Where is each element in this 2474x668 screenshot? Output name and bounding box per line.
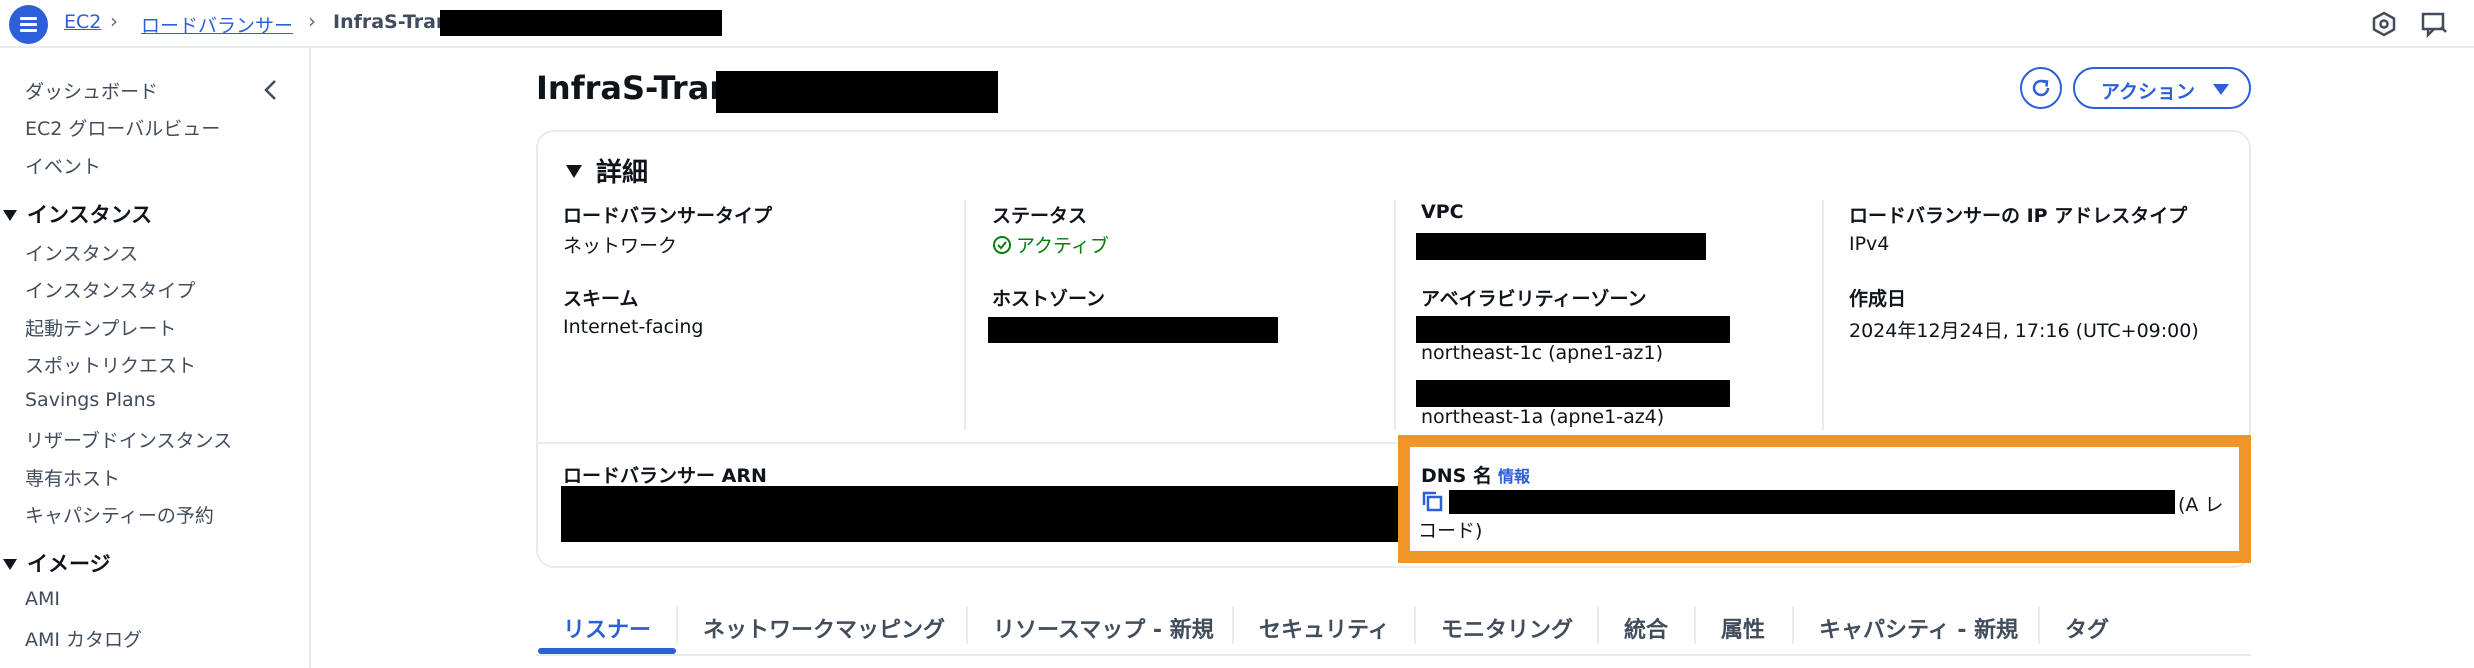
menu-line-icon (20, 23, 37, 26)
vpc-label: VPC (1421, 201, 1464, 223)
dns-label-text: DNS 名 (1421, 465, 1492, 487)
tab-underline (536, 654, 2251, 656)
breadcrumb-chevron-icon: › (110, 9, 118, 33)
menu-line-icon (20, 29, 37, 32)
arn-label: ロードバランサー ARN (563, 465, 767, 487)
column-divider (1394, 200, 1396, 430)
dns-label: DNS 名情報 (1421, 461, 1530, 488)
tab-listeners[interactable]: リスナー (563, 612, 651, 644)
tab-integrations[interactable]: 統合 (1624, 612, 1668, 644)
redacted-block (716, 71, 998, 113)
status-text: アクティブ (1016, 235, 1109, 257)
tab-resource-map[interactable]: リソースマップ - 新規 (993, 612, 1214, 644)
sidebar-item-ami[interactable]: AMI (25, 588, 60, 610)
tab-separator (2038, 606, 2040, 644)
tab-capacity[interactable]: キャパシティ - 新規 (1819, 612, 2018, 644)
copy-icon[interactable] (1420, 489, 1444, 513)
lb-type-value: ネットワーク (563, 235, 678, 257)
tab-separator (676, 606, 678, 644)
redacted-block (1416, 233, 1706, 260)
menu-line-icon (20, 17, 37, 20)
caret-down-icon (566, 165, 582, 178)
status-value: アクティブ (992, 231, 1109, 258)
tab-separator (1414, 606, 1416, 644)
ip-type-value: IPv4 (1849, 233, 1890, 255)
breadcrumb-load-balancers[interactable]: ロードバランサー (141, 11, 293, 38)
caret-down-icon (3, 558, 17, 570)
hosted-zone-label: ホストゾーン (992, 288, 1106, 310)
az-value-1: northeast-1c (apne1-az1) (1421, 342, 1663, 364)
hamburger-menu-button[interactable] (9, 5, 48, 44)
column-divider (1822, 200, 1824, 430)
scheme-label: スキーム (563, 288, 639, 310)
status-label: ステータス (992, 205, 1088, 227)
details-toggle[interactable]: 詳細 (566, 152, 648, 189)
sidebar-section-images[interactable]: イメージ (0, 548, 111, 578)
sidebar-item-ami-catalog[interactable]: AMI カタログ (25, 625, 142, 652)
tab-separator (1232, 606, 1234, 644)
feedback-icon[interactable] (2420, 10, 2448, 38)
sidebar-section-label: イメージ (27, 552, 111, 576)
details-heading: 詳細 (596, 158, 649, 188)
tab-separator (1792, 606, 1794, 644)
tab-security[interactable]: セキュリティ (1259, 612, 1390, 644)
column-divider (964, 200, 966, 430)
tab-separator (966, 606, 968, 644)
top-navigation-bar: EC2 › ロードバランサー › InfraS-Trans (0, 0, 2474, 48)
redacted-block (1449, 490, 2175, 514)
az-value-2: northeast-1a (apne1-az4) (1421, 406, 1665, 428)
redacted-block (1416, 380, 1730, 407)
az-label: アベイラビリティーゾーン (1421, 288, 1647, 310)
dns-record-type-1: (A レ (2178, 494, 2224, 516)
tab-network-mapping[interactable]: ネットワークマッピング (703, 612, 945, 644)
ip-type-label: ロードバランサーの IP アドレスタイプ (1849, 205, 2188, 227)
tab-attributes[interactable]: 属性 (1721, 612, 1765, 644)
active-tab-indicator (538, 648, 676, 654)
sidebar-item-savings-plans[interactable]: Savings Plans (25, 389, 156, 411)
refresh-button[interactable] (2020, 67, 2062, 109)
sidebar-section-label: インスタンス (27, 203, 153, 227)
sidebar-item-events[interactable]: イベント (25, 152, 101, 179)
caret-down-icon (2213, 84, 2229, 95)
sidebar-item-global-view[interactable]: EC2 グローバルビュー (25, 114, 220, 141)
tab-separator (1694, 606, 1696, 644)
breadcrumb-chevron-icon: › (308, 9, 316, 33)
tab-separator (1597, 606, 1599, 644)
dns-info-link[interactable]: 情報 (1498, 467, 1530, 486)
created-label: 作成日 (1849, 288, 1907, 310)
sidebar-item-spot-requests[interactable]: スポットリクエスト (25, 351, 196, 378)
caret-down-icon (3, 209, 17, 221)
scheme-value: Internet-facing (563, 316, 704, 338)
tab-monitoring[interactable]: モニタリング (1441, 612, 1573, 644)
refresh-icon (2032, 79, 2050, 97)
actions-label: アクション (2101, 81, 2196, 103)
created-value: 2024年12月24日, 17:16 (UTC+09:00) (1849, 320, 2199, 342)
sidebar-item-reserved-instances[interactable]: リザーブドインスタンス (25, 426, 232, 453)
sidebar-item-dashboard[interactable]: ダッシュボード (25, 77, 158, 104)
redacted-block (440, 10, 722, 36)
breadcrumb-ec2[interactable]: EC2 (64, 11, 101, 33)
sidebar-item-instance-types[interactable]: インスタンスタイプ (25, 276, 195, 303)
sidebar-item-launch-templates[interactable]: 起動テンプレート (25, 314, 176, 341)
check-circle-icon (993, 236, 1011, 254)
redacted-block (1416, 316, 1730, 343)
sidebar-item-dedicated-hosts[interactable]: 専有ホスト (25, 464, 120, 491)
tab-tags[interactable]: タグ (2065, 612, 2109, 644)
redacted-block (561, 486, 1399, 542)
sidebar-item-capacity-reservations[interactable]: キャパシティーの予約 (25, 501, 214, 528)
row-divider (538, 442, 1398, 444)
lb-type-label: ロードバランサータイプ (563, 205, 773, 227)
settings-hex-icon[interactable] (2370, 10, 2398, 38)
dns-record-type-2: コード) (1418, 520, 1483, 542)
redacted-block (988, 317, 1278, 343)
collapse-sidebar-icon[interactable] (260, 78, 282, 102)
actions-dropdown-button[interactable]: アクション (2073, 67, 2251, 109)
sidebar-section-instances[interactable]: インスタンス (0, 199, 152, 229)
sidebar-item-instances[interactable]: インスタンス (25, 239, 138, 266)
